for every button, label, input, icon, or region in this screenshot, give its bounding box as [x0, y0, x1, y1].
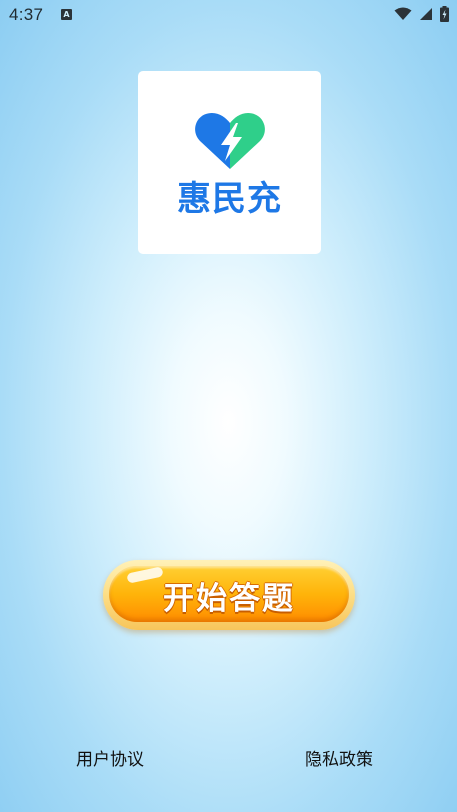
user-agreement-link[interactable]: 用户协议	[76, 745, 144, 770]
status-icons	[394, 6, 449, 22]
heart-lightning-icon	[195, 113, 265, 169]
signal-icon	[420, 8, 432, 20]
app-logo-card: 惠民充	[138, 71, 321, 254]
battery-icon	[440, 6, 449, 22]
app-name: 惠民充	[177, 179, 282, 219]
wifi-icon	[394, 7, 412, 20]
status-time: 4:37	[9, 5, 44, 24]
status-bar: 4:37 A	[0, 0, 457, 32]
start-button-label: 开始答题	[163, 580, 295, 617]
notification-badge-icon: A	[61, 9, 72, 20]
privacy-policy-link[interactable]: 隐私政策	[305, 745, 373, 770]
start-quiz-button[interactable]: 开始答题	[103, 560, 355, 630]
